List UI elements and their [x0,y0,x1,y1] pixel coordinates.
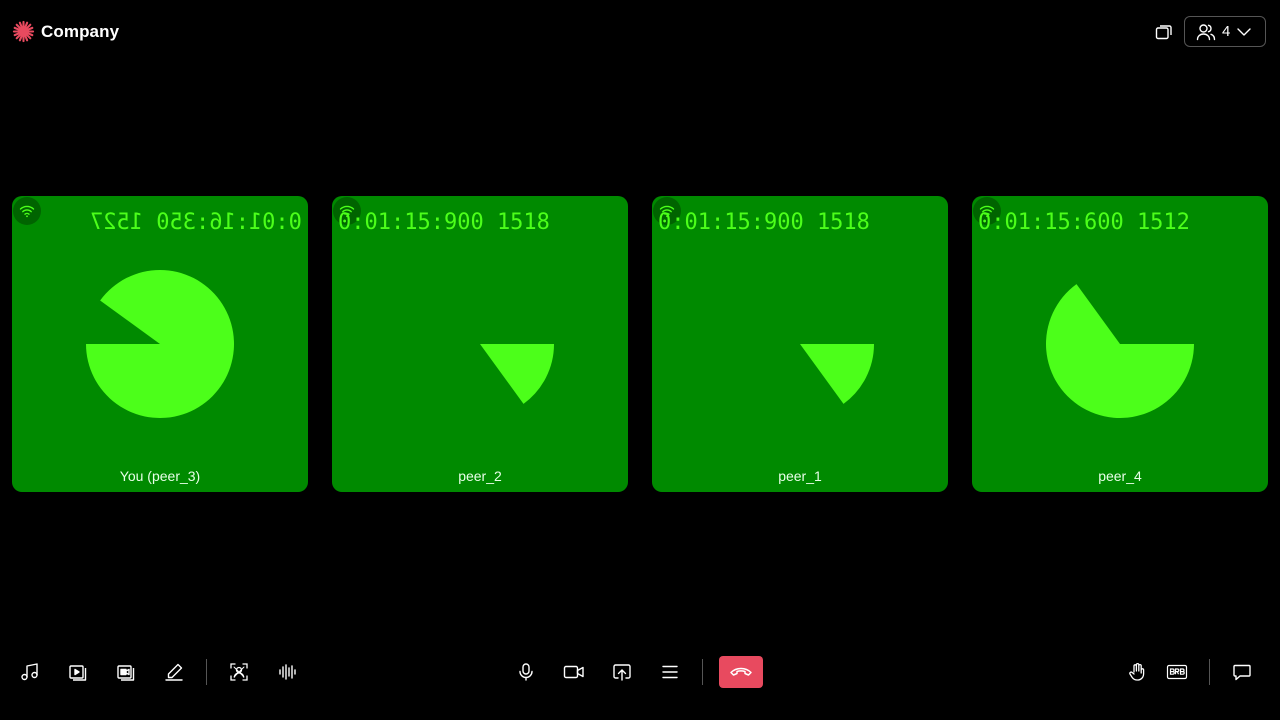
pie-indicator [1046,284,1194,418]
pie-indicator [480,344,554,404]
hangup-icon [729,665,753,679]
chat-button[interactable] [1230,660,1254,684]
brand-starburst-icon [12,20,35,43]
camera-button[interactable] [562,660,586,684]
audio-effects-button[interactable] [275,660,299,684]
participants-button[interactable]: 4 [1184,16,1266,47]
virtual-background-button[interactable] [227,660,251,684]
participant-name: You (peer_3) [119,468,201,484]
toolbar-divider [1209,659,1210,685]
tile-timer: 0:01:16:350 1527 [90,210,302,235]
toolbar-divider [206,659,207,685]
screen-share-button[interactable] [610,660,634,684]
virtual-background-icon [229,662,249,682]
leave-call-button[interactable] [719,656,763,688]
layout-toggle-button[interactable] [1154,22,1174,42]
video-tile-peer[interactable]: 0:01:15:600 1512 peer_4 [972,196,1268,492]
tile-timer: 0:01:15:900 1518 [658,210,870,235]
tile-timer: 0:01:15:900 1518 [338,210,550,235]
chevron-down-icon [1236,27,1252,37]
audio-waveform-icon [277,662,297,682]
music-icon [20,662,40,682]
video-tile-peer[interactable]: 0:01:15:900 1518 peer_1 [652,196,948,492]
tile-timer: 0:01:15:600 1512 [978,210,1190,235]
video-library-button[interactable] [114,660,138,684]
pie-indicator [86,269,234,418]
participants-count: 4 [1222,23,1231,40]
music-button[interactable] [18,660,42,684]
video-tile-self[interactable]: 0:01:16:350 1527 You (peer_3) [12,196,308,492]
microphone-icon [516,662,536,682]
more-menu-button[interactable] [658,660,682,684]
raise-hand-button[interactable] [1125,660,1149,684]
brand-name: Company [41,21,120,41]
play-video-icon [68,662,88,682]
camera-icon [563,662,585,682]
brb-icon [1166,662,1188,682]
network-signal-indicator [13,197,41,225]
video-library-icon [116,662,136,682]
layout-icon [1155,23,1173,41]
brand-logo: Company [12,20,119,43]
bottom-toolbar [0,648,1280,696]
top-bar: Company 4 [0,0,1280,64]
users-icon [1196,23,1216,41]
participant-name: peer_1 [778,468,822,484]
raise-hand-icon [1127,662,1147,682]
screen-share-icon [612,662,632,682]
chat-icon [1232,662,1252,682]
whiteboard-button[interactable] [162,660,186,684]
participant-name: peer_2 [458,468,502,484]
play-video-button[interactable] [66,660,90,684]
wifi-icon [19,204,35,218]
toolbar-divider [702,659,703,685]
video-grid: 0:01:16:350 1527 You (peer_3) 0:01:15:90… [0,196,1280,492]
whiteboard-pen-icon [164,662,184,682]
participant-name: peer_4 [1098,468,1142,484]
menu-icon [660,662,680,682]
brb-button[interactable] [1165,660,1189,684]
microphone-button[interactable] [514,660,538,684]
pie-indicator [800,344,874,404]
video-tile-peer[interactable]: 0:01:15:900 1518 peer_2 [332,196,628,492]
